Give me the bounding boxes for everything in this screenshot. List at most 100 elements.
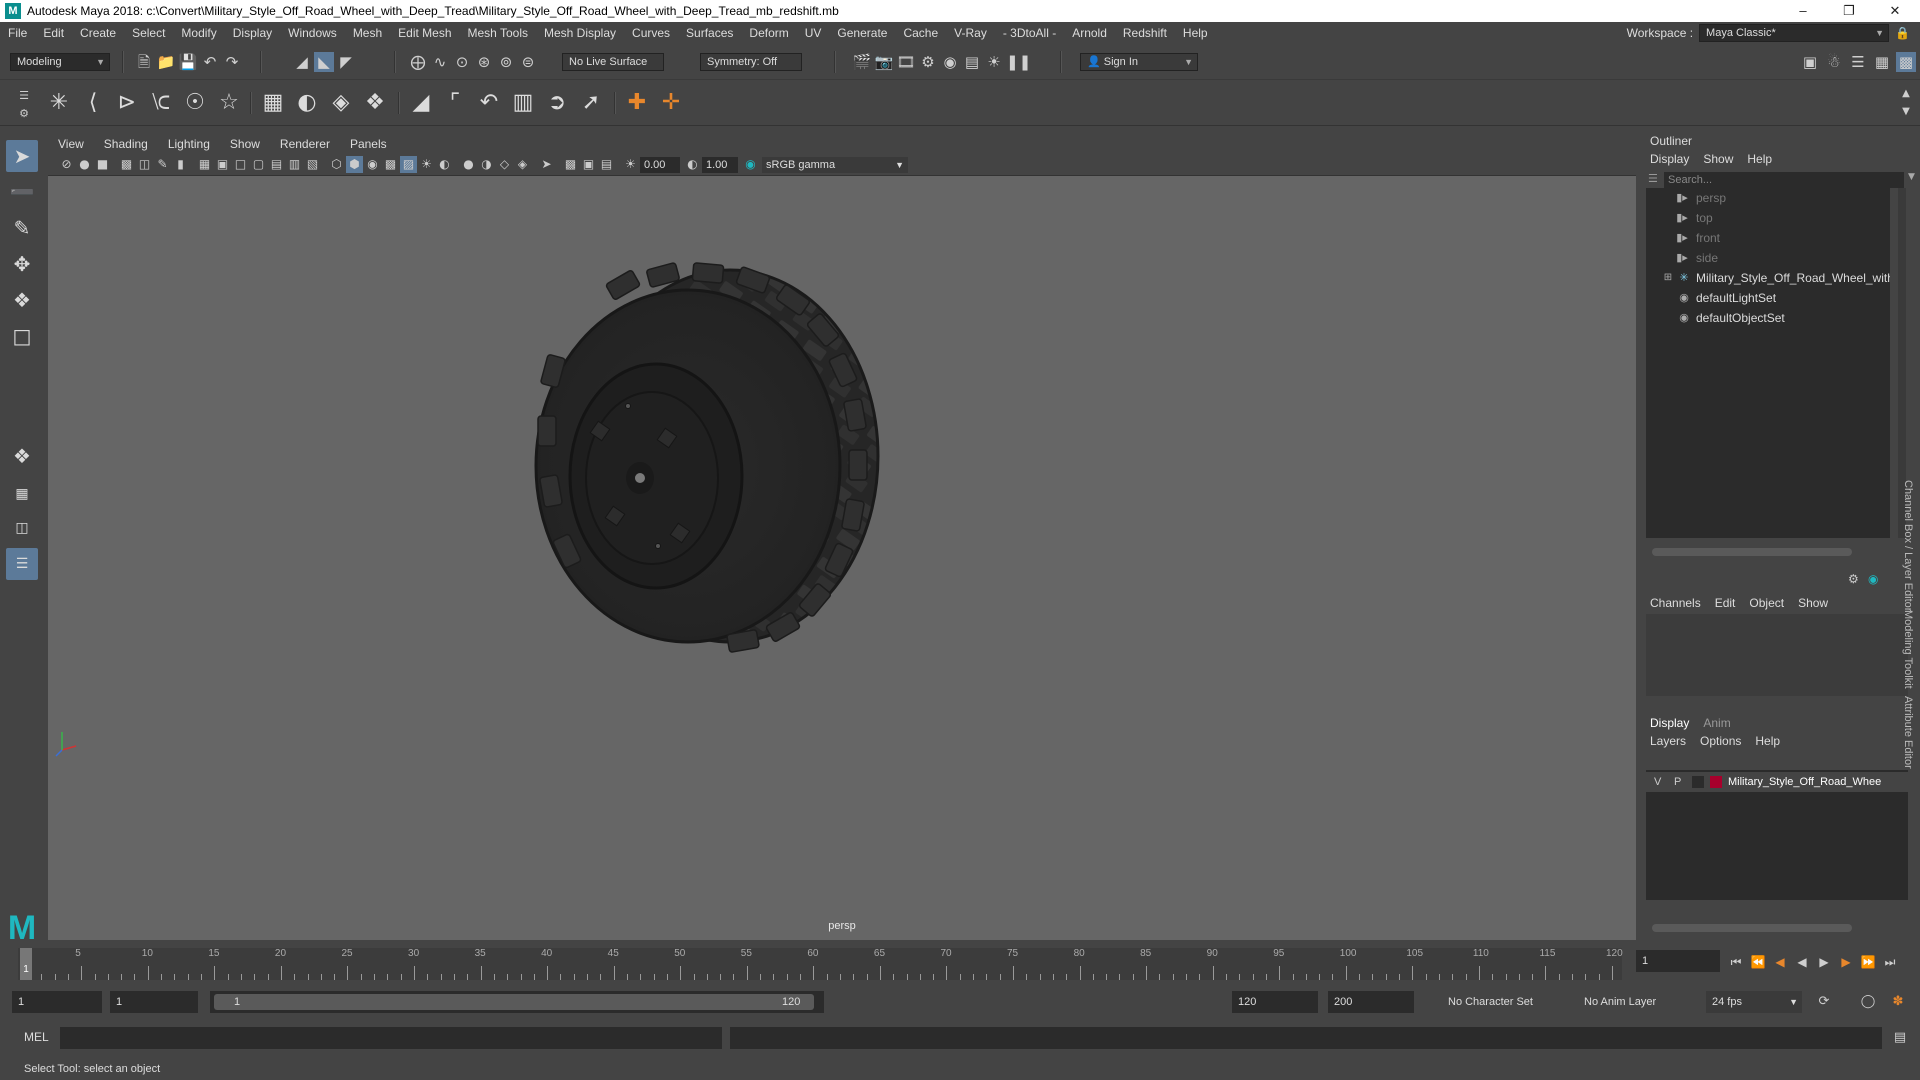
- layer-color-swatch[interactable]: [1710, 776, 1722, 788]
- four-view-icon[interactable]: ▦: [6, 478, 38, 510]
- safe-action-icon[interactable]: ▥: [286, 156, 303, 173]
- snap-view-icon[interactable]: ⊛: [474, 52, 494, 72]
- human-ik-shelf-icon[interactable]: ☆: [214, 88, 244, 118]
- exposure-field[interactable]: 0.00: [640, 157, 680, 173]
- quick-rig-icon[interactable]: ☉: [180, 88, 210, 118]
- outliner-item-side[interactable]: ▮▸ side: [1646, 248, 1890, 268]
- gamma-field[interactable]: 1.00: [702, 157, 738, 173]
- minimize-icon[interactable]: –: [1780, 0, 1826, 22]
- current-time-marker[interactable]: 1: [20, 948, 32, 980]
- viewport-menu-view[interactable]: View: [48, 137, 94, 151]
- lock-icon[interactable]: 🔒: [1895, 26, 1910, 40]
- render-setup-icon[interactable]: ▤: [962, 52, 982, 72]
- image-plane-icon[interactable]: ▩: [118, 156, 135, 173]
- shelf-settings-icon[interactable]: ⚙: [14, 104, 34, 124]
- menu-mesh[interactable]: Mesh: [345, 26, 390, 40]
- go-to-end-icon[interactable]: ⏭: [1880, 952, 1900, 972]
- chevron-down-icon[interactable]: ▼: [1908, 172, 1915, 182]
- two-view-icon[interactable]: ◫: [6, 512, 38, 544]
- layer-name[interactable]: Military_Style_Off_Road_Whee: [1728, 772, 1908, 792]
- select-component-icon[interactable]: ◤: [336, 52, 356, 72]
- color-space-dropdown[interactable]: sRGB gamma ▼: [762, 157, 908, 173]
- side-tab-channel-box[interactable]: Channel Box / Layer Editor: [1902, 480, 1914, 611]
- ik-spline-icon[interactable]: ⊳: [112, 88, 142, 118]
- constraint-scale-icon[interactable]: ▥: [508, 88, 538, 118]
- ipr-render-icon[interactable]: 🎞: [896, 52, 916, 72]
- render-settings-icon[interactable]: ⚙: [918, 52, 938, 72]
- workspace-dropdown[interactable]: Maya Classic* ▼: [1699, 24, 1890, 42]
- anim-layer-dropdown[interactable]: No Anim Layer: [1578, 991, 1688, 1013]
- viewport-menu-panels[interactable]: Panels: [340, 137, 397, 151]
- shelf-scroll-down-icon[interactable]: ▼: [1896, 102, 1916, 122]
- move-tool-icon[interactable]: ✥: [6, 248, 38, 280]
- field-chart-icon[interactable]: ▤: [268, 156, 285, 173]
- step-back-key-icon[interactable]: ⏪: [1748, 952, 1768, 972]
- time-slider-track[interactable]: 5 10 15 20 25 30 35 40 45 50 55 60 65 70 75 80 85 90 95 100…: [18, 948, 1623, 980]
- channelbox-menu-object[interactable]: Object: [1749, 596, 1784, 610]
- menu-deform[interactable]: Deform: [741, 26, 796, 40]
- cross-locator-icon[interactable]: ✛: [656, 88, 686, 118]
- render-current-icon[interactable]: 📷: [874, 52, 894, 72]
- outliner-search-input[interactable]: Search...: [1664, 172, 1904, 188]
- script-editor-icon[interactable]: ▤: [1890, 1028, 1910, 1048]
- sign-in-button[interactable]: 👤 Sign In ▼: [1080, 53, 1198, 71]
- shelf-menu-icon[interactable]: ☰: [14, 86, 34, 106]
- outliner-item-persp[interactable]: ▮▸ persp: [1646, 188, 1890, 208]
- menu-modify[interactable]: Modify: [173, 26, 224, 40]
- outliner-item-defaultlightset[interactable]: ◉ defaultLightSet: [1646, 288, 1890, 308]
- side-tab-modeling-toolkit[interactable]: Modeling Toolkit: [1902, 610, 1914, 689]
- outliner-menu-help[interactable]: Help: [1747, 152, 1772, 166]
- locator-icon[interactable]: ✚: [622, 88, 652, 118]
- playback-end-field[interactable]: 120: [1232, 991, 1318, 1013]
- outliner-item-front[interactable]: ▮▸ front: [1646, 228, 1890, 248]
- cluster-icon[interactable]: ❖: [360, 88, 390, 118]
- attribute-editor-icon[interactable]: ☰: [1848, 52, 1868, 72]
- close-icon[interactable]: ✕: [1872, 0, 1918, 22]
- layer-row[interactable]: V P Military_Style_Off_Road_Whee: [1646, 772, 1908, 792]
- auto-key-icon[interactable]: ◯: [1858, 992, 1878, 1012]
- layers-hscrollbar[interactable]: [1652, 924, 1852, 932]
- loop-icon[interactable]: ⟳: [1814, 992, 1834, 1012]
- hypershade-icon[interactable]: ◉: [940, 52, 960, 72]
- screen-space-ao-icon[interactable]: ●: [460, 156, 477, 173]
- menu-cache[interactable]: Cache: [895, 26, 946, 40]
- rotate-tool-icon[interactable]: ❖: [6, 284, 38, 316]
- fps-dropdown[interactable]: 24 fps ▼: [1706, 991, 1802, 1013]
- animation-start-field[interactable]: 1: [12, 991, 102, 1013]
- menu-vray[interactable]: V-Ray: [946, 26, 995, 40]
- layers-menu-help[interactable]: Help: [1755, 734, 1780, 748]
- smooth-shade-icon[interactable]: ⬢: [346, 156, 363, 173]
- menu-windows[interactable]: Windows: [280, 26, 345, 40]
- range-slider[interactable]: 1 120: [210, 991, 824, 1013]
- motion-blur-icon[interactable]: ◑: [478, 156, 495, 173]
- xray-icon[interactable]: ▨: [400, 156, 417, 173]
- animation-end-field[interactable]: 200: [1328, 991, 1414, 1013]
- wireframe-on-shaded-icon[interactable]: ◉: [364, 156, 381, 173]
- ik-handle-icon[interactable]: ⟨: [78, 88, 108, 118]
- select-tool-icon[interactable]: ➤: [6, 140, 38, 172]
- symmetry-dropdown[interactable]: Symmetry: Off: [700, 53, 802, 71]
- xray-active-icon[interactable]: ▣: [580, 156, 597, 173]
- constraint-aim-icon[interactable]: ➲: [542, 88, 572, 118]
- textured-icon[interactable]: ▩: [382, 156, 399, 173]
- scale-tool-icon[interactable]: □: [6, 320, 38, 352]
- paint-weights-icon[interactable]: ◐: [292, 88, 322, 118]
- step-back-frame-icon[interactable]: ◀: [1770, 952, 1790, 972]
- single-view-icon[interactable]: ❖: [6, 440, 38, 472]
- snap-surface-icon[interactable]: ⊚: [496, 52, 516, 72]
- step-forward-frame-icon[interactable]: ▶: [1836, 952, 1856, 972]
- outliner-list[interactable]: ▮▸ persp ▮▸ top ▮▸ front ▮▸ side ⊞ ✳ Military…: [1646, 188, 1890, 538]
- playback-start-field[interactable]: 1: [110, 991, 198, 1013]
- menu-uv[interactable]: UV: [797, 26, 830, 40]
- anti-aliasing-icon[interactable]: ◇: [496, 156, 513, 173]
- layer-type-toggle[interactable]: [1692, 776, 1704, 788]
- menu-edit[interactable]: Edit: [35, 26, 72, 40]
- step-forward-key-icon[interactable]: ⏩: [1858, 952, 1878, 972]
- viewport-menu-show[interactable]: Show: [220, 137, 270, 151]
- snap-pivot-icon[interactable]: ⊜: [518, 52, 538, 72]
- viewport-menu-renderer[interactable]: Renderer: [270, 137, 340, 151]
- light-editor-icon[interactable]: ☀: [984, 52, 1004, 72]
- menu-file[interactable]: File: [0, 26, 35, 40]
- layers-menu-layers[interactable]: Layers: [1650, 734, 1686, 748]
- constraint-pole-icon[interactable]: ➚: [576, 88, 606, 118]
